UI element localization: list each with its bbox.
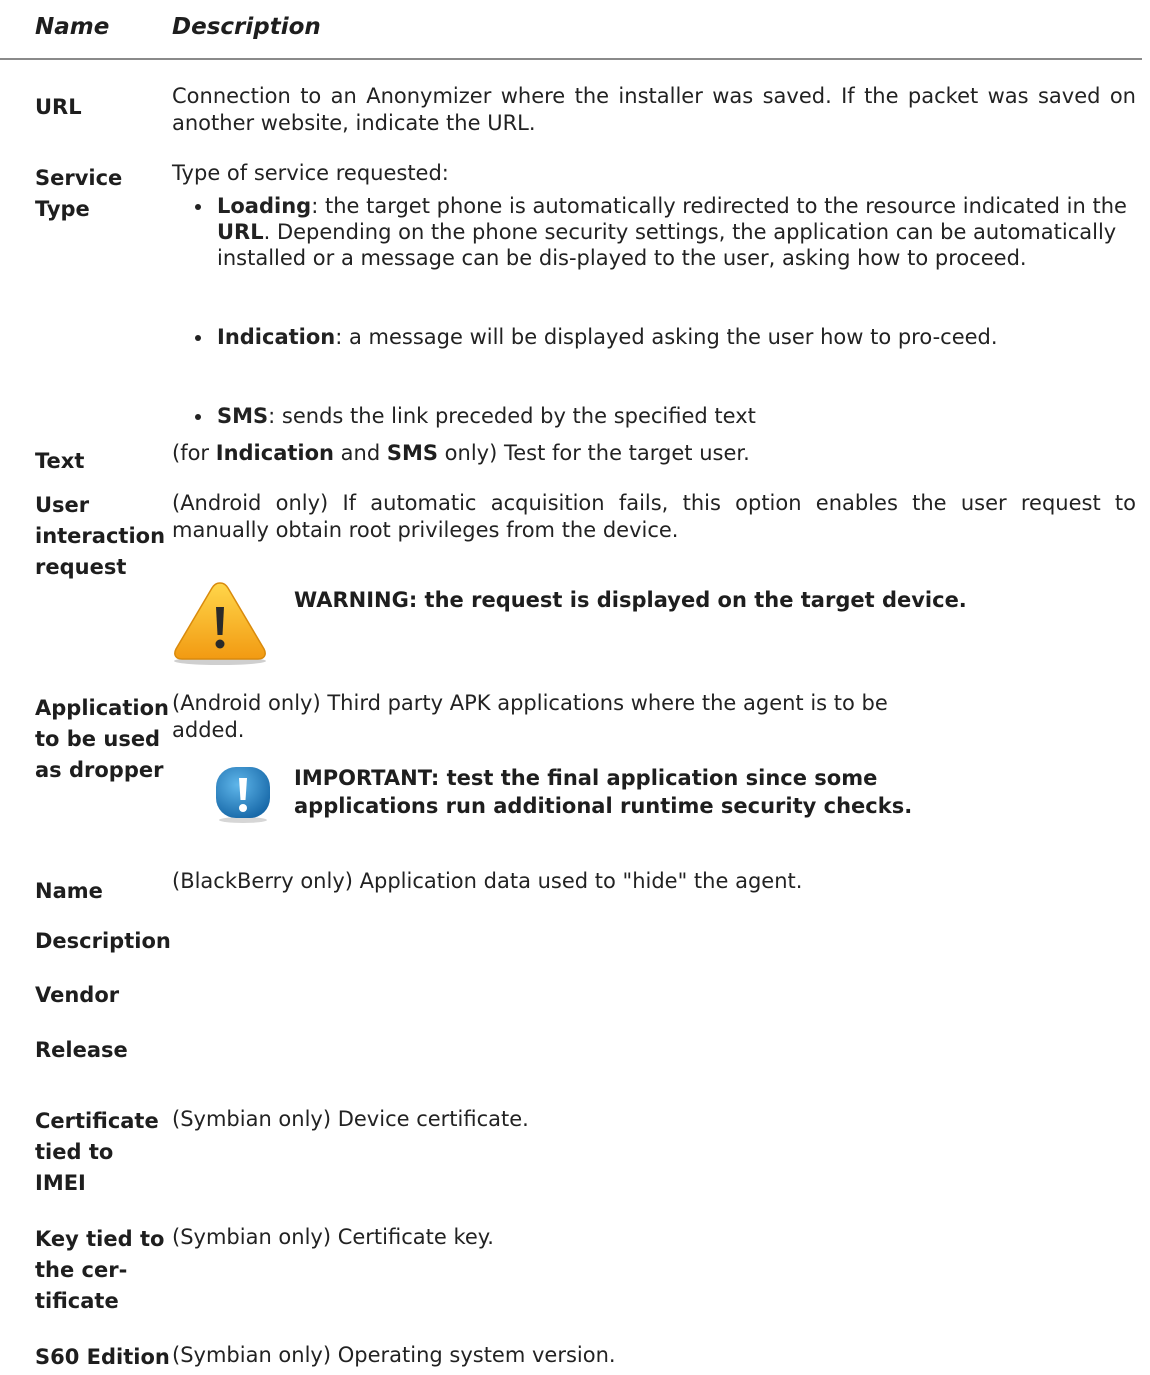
row-label: Description xyxy=(35,929,171,953)
row-label: Text xyxy=(35,449,85,473)
row-label: URL xyxy=(35,95,82,119)
row-label: Key tied to the cer- tificate xyxy=(35,1227,165,1313)
warning-triangle-icon xyxy=(174,582,266,665)
column-header-name: Name xyxy=(35,14,110,40)
row-label: Certificate tied to IMEI xyxy=(35,1109,159,1195)
row-description: (Symbian only) Operating system version. xyxy=(172,1343,616,1367)
row-label: Service Type xyxy=(35,166,123,221)
row-label: S60 Edition xyxy=(35,1345,170,1369)
row-label: Release xyxy=(35,1038,128,1062)
row-description: Connection to an Anonymizer where the in… xyxy=(172,84,1136,135)
row-label: User interaction request xyxy=(35,493,166,579)
bullet-icon xyxy=(195,204,201,210)
row-description: (Symbian only) Certificate key. xyxy=(172,1225,494,1249)
row-description: Type of service requested: xyxy=(172,161,449,185)
document-page: Name Description URL Connection to an An… xyxy=(0,0,1150,1375)
warning-text: WARNING: the request is displayed on the… xyxy=(294,588,967,612)
row-description: (Symbian only) Device certificate. xyxy=(172,1107,529,1131)
header-divider xyxy=(0,58,1142,60)
row-description: (Android only) Third party APK applicati… xyxy=(172,691,888,742)
row-description: (Android only) If automatic acquisition … xyxy=(172,491,1136,542)
bullet-icon xyxy=(195,414,201,420)
bullet-icon xyxy=(195,335,201,341)
important-exclamation-icon xyxy=(216,767,270,823)
row-description: (BlackBerry only) Application data used … xyxy=(172,869,803,893)
row-description: (for Indication and SMS only) Test for t… xyxy=(172,441,750,465)
row-label: Name xyxy=(35,879,103,903)
column-header-description: Description xyxy=(172,14,321,40)
important-text: IMPORTANT: test the final application si… xyxy=(294,766,913,818)
row-label: Application to be used as dropper xyxy=(35,696,169,782)
row-label: Vendor xyxy=(35,983,120,1007)
